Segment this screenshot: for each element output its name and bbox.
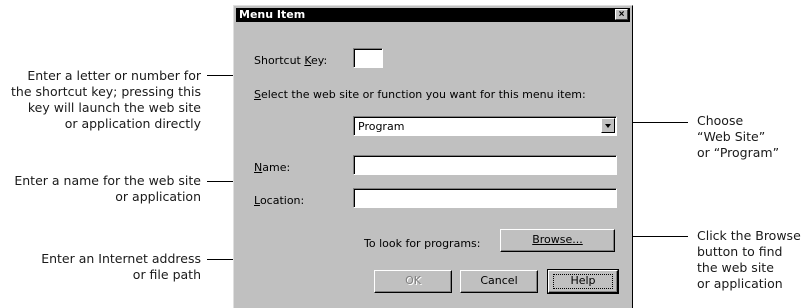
function-select[interactable]: Program (353, 116, 617, 136)
shortcut-key-label: Shortcut Key: (254, 54, 328, 67)
browse-button[interactable]: Browse... (500, 229, 615, 252)
location-input[interactable] (353, 188, 617, 208)
dialog-title: Menu Item (239, 8, 306, 21)
close-button[interactable]: × (615, 9, 628, 20)
callout-browse: Click the Browse button to find the web … (697, 228, 801, 291)
shortcut-key-input[interactable] (353, 48, 383, 68)
title-bar[interactable]: Menu Item × (236, 8, 630, 22)
callout-shortcut: Enter a letter or number for the shortcu… (11, 68, 201, 131)
callout-location: Enter an Internet address or file path (41, 251, 201, 282)
ok-button[interactable]: OK (374, 270, 452, 293)
help-button[interactable]: Help (547, 269, 619, 294)
callout-name: Enter a name for the web site or applica… (14, 173, 201, 204)
name-input[interactable] (353, 155, 617, 175)
browse-prompt-label: To look for programs: (364, 237, 481, 250)
cancel-button[interactable]: Cancel (460, 270, 538, 293)
function-select-value: Program (358, 120, 405, 133)
menu-item-dialog: Menu Item × Shortcut Key: Select the web… (233, 5, 633, 308)
chevron-down-icon (605, 124, 611, 128)
name-label: Name: (254, 161, 291, 174)
function-select-dropdown-button[interactable] (601, 118, 615, 133)
select-prompt-label: Select the web site or function you want… (254, 88, 586, 101)
close-icon: × (618, 9, 625, 20)
callout-choose: Choose “Web Site” or “Program” (697, 113, 780, 160)
location-label: Location: (254, 194, 305, 207)
